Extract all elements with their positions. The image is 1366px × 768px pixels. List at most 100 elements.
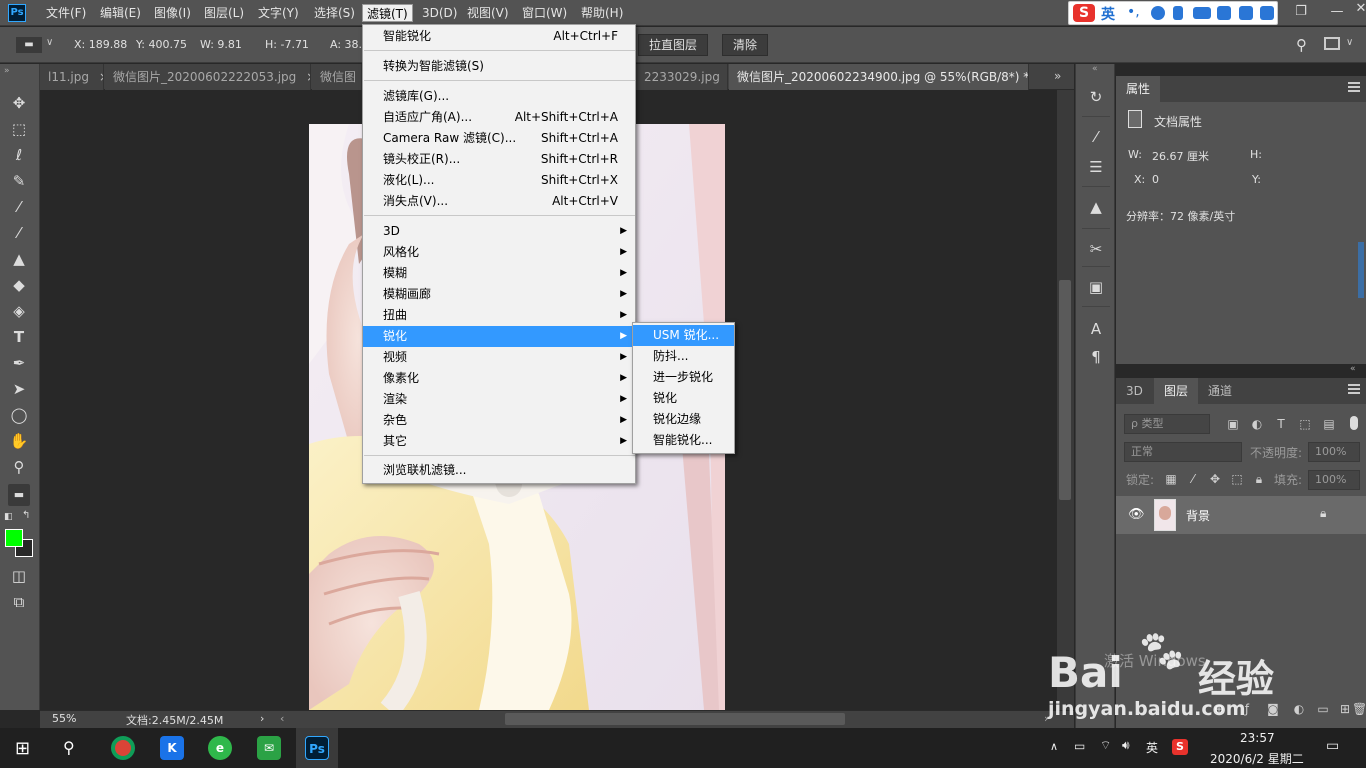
menu-item-other[interactable]: 其它 ▶ [363,431,635,452]
tray-chevron-icon[interactable]: ∧ [1050,740,1058,753]
visibility-eye-icon[interactable]: 👁︎ [1128,507,1145,522]
layer-row[interactable]: 👁︎ 背景 🔒︎ [1116,496,1366,534]
notification-icon[interactable]: ▭ [1326,738,1339,754]
blend-mode-select[interactable]: 正常 [1124,442,1242,462]
keyboard-icon[interactable] [1193,7,1211,19]
lock-pixels-icon[interactable]: ▦ [1164,472,1178,486]
search-icon[interactable]: ⚲ [63,738,75,757]
quick-mask-icon[interactable]: ◫ [8,565,30,587]
collapse-panel-icon[interactable]: « [1350,364,1356,374]
kugou-icon[interactable]: K [160,736,184,760]
menu-item-liquify[interactable]: 液化(L)... Shift+Ctrl+X [363,170,635,191]
opacity-input[interactable]: 100% [1308,442,1360,462]
menu-item-browse-online-filters[interactable]: 浏览联机滤镜... [363,460,635,481]
character-icon[interactable]: A [1085,318,1107,340]
quick-select-tool-icon[interactable]: ✎ [8,170,30,192]
submenu-item-sharpen-more[interactable]: 进一步锐化 [633,367,734,388]
emoji-icon[interactable] [1151,6,1165,20]
fill-input[interactable]: 100% [1308,470,1360,490]
workspace-chevron-icon[interactable]: ∨ [1346,37,1353,48]
filter-toggle-icon[interactable] [1350,416,1358,430]
lock-artboard-icon[interactable]: ⬚ [1230,472,1244,486]
history-icon[interactable]: ↻ [1085,86,1107,108]
volume-icon[interactable]: 🔊︎ [1122,738,1130,753]
chevron-down-icon[interactable]: ∨ [46,37,53,48]
menu-item-blur-gallery[interactable]: 模糊画廊 ▶ [363,284,635,305]
tab-doc-3[interactable]: 微信图 [312,64,362,90]
microphone-icon[interactable] [1173,6,1183,20]
ruler-tool-icon[interactable]: ▬ [8,484,30,506]
menu-item-noise[interactable]: 杂色 ▶ [363,410,635,431]
adjustments-icon[interactable]: ☰ [1085,156,1107,178]
eyedropper-tool-icon[interactable]: ⁄ [8,196,30,218]
filter-pixel-icon[interactable]: ▣ [1226,417,1240,431]
chrome-icon[interactable] [111,736,135,760]
straighten-layer-button[interactable]: 拉直图层 [638,34,709,56]
ime-language[interactable]: 英 [1101,4,1115,24]
menu-item-distort[interactable]: 扭曲 ▶ [363,305,635,326]
tab-properties[interactable]: 属性 [1116,76,1161,102]
pen-tool-icon[interactable]: ✒ [8,352,30,374]
zoom-tool-icon[interactable]: ⚲ [8,456,30,478]
marquee-tool-icon[interactable]: ⬚ [8,118,30,140]
collapse-icon[interactable]: » [4,66,10,76]
menu-layer[interactable]: 图层(L) [200,4,248,22]
menu-filter[interactable]: 滤镜(T) [362,4,413,22]
submenu-item-smart-sharpen[interactable]: 智能锐化... [633,430,734,451]
tab-doc-1[interactable]: l11.jpg× [40,64,104,90]
panel-menu-icon[interactable] [1348,82,1360,92]
menu-type[interactable]: 文字(Y) [254,4,303,22]
sogou-tray-icon[interactable]: S [1172,739,1188,755]
clear-button[interactable]: 清除 [722,34,769,56]
ime-toolbar[interactable]: S 英 •, [1068,1,1278,25]
tab-3d[interactable]: 3D [1116,378,1153,404]
zoom-level[interactable]: 55% [52,712,76,725]
lock-move-icon[interactable]: ✥ [1208,472,1222,486]
menu-view[interactable]: 视图(V) [463,4,513,22]
panel-scrollbar[interactable] [1358,242,1364,298]
menu-edit[interactable]: 编辑(E) [96,4,145,22]
menu-item-smart-sharpen-recent[interactable]: 智能锐化 Alt+Ctrl+F [363,26,635,47]
move-tool-icon[interactable]: ✥ [8,92,30,114]
x-value[interactable]: 0 [1152,173,1159,186]
filter-smart-icon[interactable]: ▤ [1322,417,1336,431]
horizontal-scroll-thumb[interactable] [505,713,845,725]
menu-select[interactable]: 选择(S) [310,4,359,22]
clock-time[interactable]: 23:57 [1240,731,1275,745]
lasso-tool-icon[interactable]: ℓ [8,144,30,166]
close-tab-icon[interactable]: × [306,70,310,84]
tab-channels[interactable]: 通道 [1198,378,1242,404]
width-value[interactable]: 26.67 厘米 [1152,148,1209,164]
menu-file[interactable]: 文件(F) [42,4,90,22]
filter-shape-icon[interactable]: ⬚ [1298,417,1312,431]
search-icon[interactable]: ⚲ [1296,36,1307,54]
default-colors-icon[interactable]: ◧ [4,512,13,522]
menu-item-sharpen[interactable]: 锐化 ▶ [363,326,635,347]
clock-date[interactable]: 2020/6/2 星期二 [1210,750,1304,767]
tab-doc-4[interactable]: 2233029.jpg× [636,64,728,90]
submenu-item-sharpen-edges[interactable]: 锐化边缘 [633,409,734,430]
tool-presets-icon[interactable]: ✂ [1085,238,1107,260]
menu-item-lens-correction[interactable]: 镜头校正(R)... Shift+Ctrl+R [363,149,635,170]
clone-source-icon[interactable]: ▲ [1085,196,1107,218]
photoshop-taskbar-icon[interactable]: Ps [305,736,329,760]
wifi-icon[interactable]: ⌔ [1100,738,1111,753]
layer-name[interactable]: 背景 [1186,507,1210,524]
navigator-icon[interactable]: ▣ [1085,276,1107,298]
tab-layers[interactable]: 图层 [1154,378,1199,404]
brush-tool-icon[interactable]: ⁄ [8,222,30,244]
windows-start-icon[interactable]: ⊞ [15,738,30,759]
browser-360-icon[interactable]: e [208,736,232,760]
paint-bucket-tool-icon[interactable]: ◈ [8,300,30,322]
menu-image[interactable]: 图像(I) [150,4,195,22]
stamp-tool-icon[interactable]: ▲ [8,248,30,270]
ruler-tool-icon[interactable]: ▬ [16,37,42,53]
vertical-scroll-thumb[interactable] [1059,280,1071,500]
menu-item-blur[interactable]: 模糊 ▶ [363,263,635,284]
filter-adjust-icon[interactable]: ◐ [1250,417,1264,431]
menu-window[interactable]: 窗口(W) [518,4,571,22]
hand-tool-icon[interactable]: ✋ [8,430,30,452]
close-icon[interactable]: ✕ [1346,0,1366,19]
layers-menu-icon[interactable] [1348,384,1360,394]
foreground-color-swatch[interactable] [5,529,23,547]
